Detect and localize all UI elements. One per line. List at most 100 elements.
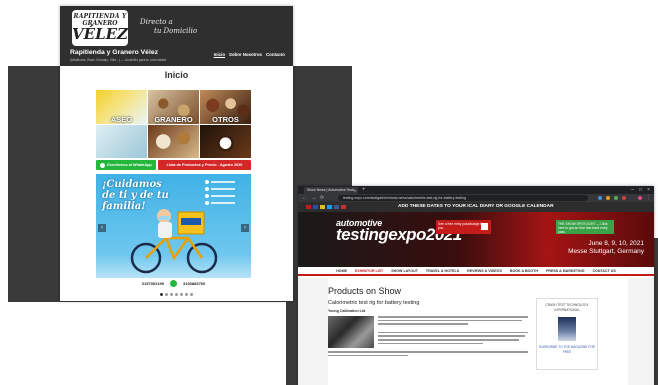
category-otros-image[interactable]: OTROS	[200, 90, 251, 124]
carousel-dot[interactable]	[165, 293, 168, 296]
rapitienda-site: RAPITIENDA Y GRANERO VÉLEZ Directo a tu …	[60, 6, 293, 301]
category-grid: ASEO GRANERO OTROS	[96, 90, 251, 158]
flag-icon[interactable]	[320, 205, 325, 209]
magazine-ad[interactable]: CRASH TEST TECHNOLOGY INTERNATIONAL SUBS…	[536, 298, 598, 370]
forward-icon[interactable]: →	[311, 195, 316, 201]
whatsapp-label: Escríbenos al WhatsApp	[107, 163, 152, 167]
action-buttons: Escríbenos al WhatsApp Lista de Producto…	[96, 160, 251, 170]
banner-phones: 3157902199 3193883760	[96, 278, 251, 289]
back-icon[interactable]: ←	[302, 195, 307, 201]
carousel-dot[interactable]	[185, 293, 188, 296]
event-date-text: June 8, 9, 10, 2021	[588, 240, 644, 247]
tagline-line-2: tu Domicilio	[154, 27, 198, 35]
url-field[interactable]: testing-expo.com/stuttgart/en/show-news/…	[338, 195, 588, 201]
event-venue-text: Messe Stuttgart, Germany	[568, 248, 644, 255]
magazine-cover-image	[558, 317, 576, 341]
carousel-dot[interactable]	[180, 293, 183, 296]
close-window-icon[interactable]: ×	[647, 187, 650, 193]
facebook-icon[interactable]	[334, 205, 339, 209]
ad-subscribe-link[interactable]: SUBSCRIBE TO THE MAGAZINE FOR FREE	[537, 345, 597, 354]
tab-close-icon[interactable]: ×	[354, 187, 356, 194]
extension-icon[interactable]	[606, 196, 610, 200]
nav-sobre-nosotros[interactable]: Sobre Nosotros	[229, 52, 262, 57]
flag-icon[interactable]	[306, 205, 311, 209]
instagram-icon	[205, 180, 209, 184]
product-company[interactable]: Young Calibration Ltd	[328, 309, 365, 313]
page-title: Inicio	[164, 70, 189, 80]
logo-line-1: RAPITIENDA Y	[73, 13, 127, 20]
expo-hero-banner: automotive testingexpo2021 See a free en…	[298, 212, 654, 267]
price-list-button[interactable]: Lista de Productos y Precio - Agosto 202…	[158, 160, 251, 170]
category-aseo-label: ASEO	[110, 114, 133, 124]
extension-icon[interactable]	[614, 196, 618, 200]
badge-icon	[481, 223, 488, 230]
new-tab-icon[interactable]: +	[362, 186, 366, 194]
nav-book-a-booth[interactable]: BOOK A BOOTH	[510, 269, 538, 273]
carousel-next-button[interactable]: ›	[241, 224, 249, 232]
promo-text[interactable]: ADD THESE DATES TO YOUR ICAL DIARY OR GO…	[398, 204, 554, 209]
screenshot-stage: RAPITIENDA Y GRANERO VÉLEZ Directo a tu …	[0, 0, 658, 385]
delivery-cyclist-illustration	[130, 209, 218, 274]
language-flags	[306, 205, 346, 209]
whatsapp-icon	[100, 162, 106, 168]
whatsapp-button[interactable]: Escríbenos al WhatsApp	[96, 160, 156, 170]
product-description	[378, 316, 528, 346]
nav-show-layout[interactable]: SHOW LAYOUT	[391, 269, 418, 273]
category-otros-label: OTROS	[212, 114, 239, 124]
tagline-line-1: Directo a	[140, 18, 173, 26]
nav-press-marketing[interactable]: PRESS & MARKETING	[546, 269, 585, 273]
product-title[interactable]: Calorimetric test rig for battery testin…	[328, 300, 419, 306]
nav-inicio[interactable]: Inicio	[214, 52, 225, 57]
category-otros-photo[interactable]	[200, 124, 251, 158]
browser-tab-bar: Show News | Automotive Testi... × + – □ …	[298, 186, 654, 194]
site-subtitle: (Miraflores, Buen Consejo, Villa...) — d…	[70, 58, 167, 62]
profile-avatar[interactable]	[638, 196, 642, 200]
category-aseo-image[interactable]: ASEO	[96, 90, 147, 124]
carousel-dots	[60, 293, 293, 296]
twitter-icon[interactable]	[327, 205, 332, 209]
minimize-icon[interactable]: –	[631, 187, 634, 193]
tagline: Directo a tu Domicilio	[140, 18, 210, 36]
nav-contact-us[interactable]: CONTACT US	[593, 269, 616, 273]
site-title[interactable]: Rapitienda y Granero Vélez	[70, 49, 158, 56]
store-logo[interactable]: RAPITIENDA Y GRANERO VÉLEZ	[72, 10, 128, 46]
section-title: Products on Show	[328, 286, 402, 296]
expo-nav: HOME EXHIBITOR LIST SHOW LAYOUT TRAVEL &…	[298, 267, 654, 276]
extension-icon[interactable]	[598, 196, 602, 200]
show-spotlight-card[interactable]: THE SHOW SPOTLIGHT — Click here to get a…	[556, 220, 614, 234]
carousel-dot[interactable]	[175, 293, 178, 296]
youtube-icon[interactable]	[341, 205, 346, 209]
carousel-dot[interactable]	[170, 293, 173, 296]
category-granero-photo[interactable]	[148, 124, 199, 158]
maximize-icon[interactable]: □	[639, 187, 642, 193]
carousel-prev-button[interactable]: ‹	[98, 224, 106, 232]
event-dates: June 8, 9, 10, 2021 Messe Stuttgart, Ger…	[568, 240, 644, 256]
facebook-icon	[205, 194, 209, 198]
menu-kebab-icon[interactable]: ⋮	[646, 195, 651, 201]
promo-banner: ¡Cuidamos de ti y de tu familia! ‹ › 315…	[96, 174, 251, 289]
category-aseo-photo[interactable]	[96, 124, 147, 158]
carousel-dot[interactable]	[190, 293, 193, 296]
site-nav: Inicio Sobre Nosotros Contacto	[214, 52, 285, 57]
nav-contacto[interactable]: Contacto	[266, 52, 285, 57]
extension-icon[interactable]	[622, 196, 626, 200]
nav-home[interactable]: HOME	[336, 269, 347, 273]
category-granero-label: GRANERO	[154, 114, 193, 124]
window-controls: – □ ×	[631, 187, 650, 193]
product-image[interactable]	[328, 316, 374, 348]
content-area: Products on Show Calorimetric test rig f…	[298, 278, 654, 385]
phone-number-1: 3157902199	[141, 281, 164, 286]
nav-reviews-videos[interactable]: REVIEWS & VIDEOS	[467, 269, 502, 273]
nav-travel-hotels[interactable]: TRAVEL & HOTELS	[426, 269, 459, 273]
flag-icon[interactable]	[313, 205, 318, 209]
free-pass-card[interactable]: See a free entry pass/badge for you	[436, 220, 491, 234]
ad-title: CRASH TEST TECHNOLOGY INTERNATIONAL	[545, 303, 589, 312]
free-pass-text: See a free entry pass/badge for you	[438, 222, 485, 230]
whatsapp-icon	[205, 187, 209, 191]
phone-number-2: 3193883760	[183, 281, 206, 286]
category-granero-image[interactable]: GRANERO	[148, 90, 199, 124]
carousel-dot[interactable]	[160, 293, 163, 296]
reload-icon[interactable]: ⟳	[320, 195, 324, 201]
browser-tab[interactable]: Show News | Automotive Testi... ×	[304, 187, 358, 194]
nav-exhibitor-list[interactable]: EXHIBITOR LIST	[355, 269, 383, 273]
